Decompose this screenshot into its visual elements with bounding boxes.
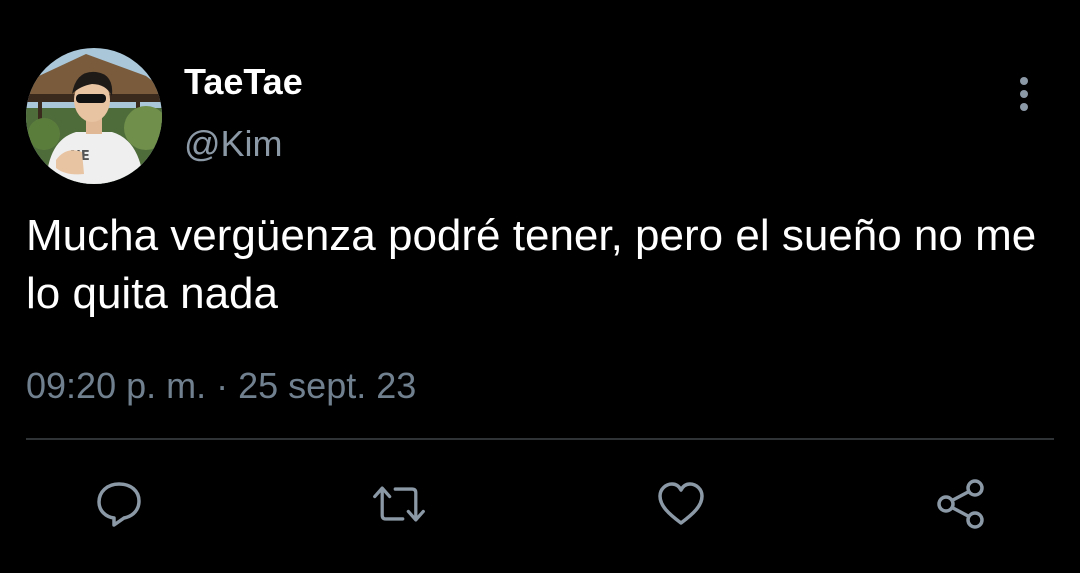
heart-icon bbox=[658, 482, 704, 525]
tweet-time: 09:20 p. m. bbox=[26, 365, 207, 406]
meta-separator: · bbox=[216, 365, 229, 406]
tweet-date: 25 sept. 23 bbox=[238, 365, 417, 406]
more-options-button[interactable] bbox=[1004, 70, 1044, 118]
avatar-photo: NE bbox=[26, 48, 162, 184]
more-vertical-icon bbox=[1020, 77, 1028, 111]
retweet-button[interactable] bbox=[371, 476, 427, 532]
tweet-timestamp: 09:20 p. m. · 25 sept. 23 bbox=[26, 364, 416, 408]
reply-icon bbox=[97, 482, 141, 527]
reply-button[interactable] bbox=[91, 476, 147, 532]
avatar[interactable]: NE bbox=[26, 48, 162, 184]
user-handle[interactable]: @Kim bbox=[184, 122, 283, 166]
tweet-text: Mucha vergüenza podré tener, pero el sue… bbox=[26, 211, 1037, 318]
share-icon bbox=[937, 479, 984, 529]
share-button[interactable] bbox=[933, 476, 989, 532]
retweet-icon bbox=[373, 486, 425, 522]
divider bbox=[26, 438, 1054, 440]
display-name[interactable]: TaeTae bbox=[184, 60, 303, 104]
like-button[interactable] bbox=[653, 476, 709, 532]
